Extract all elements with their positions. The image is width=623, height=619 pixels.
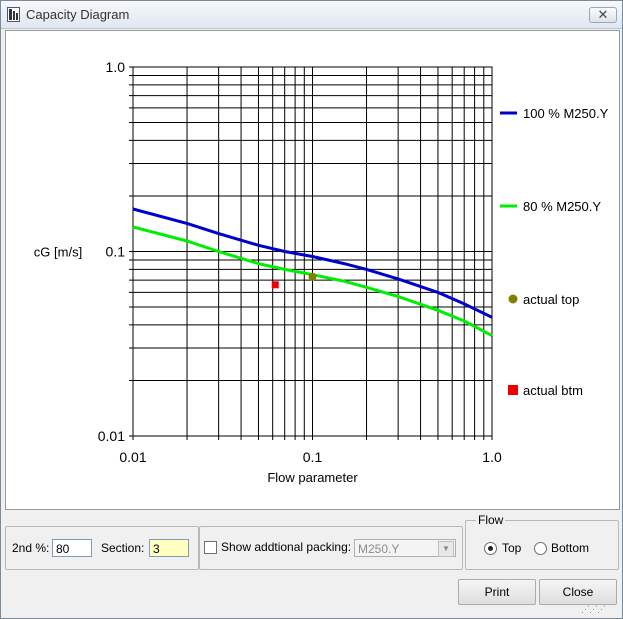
packing-group: Show addtional packing: M250.Y ▼ [199, 526, 463, 570]
app-icon [7, 7, 20, 22]
flow-bottom-radio[interactable] [534, 542, 547, 555]
legend-label: actual top [523, 292, 579, 307]
packing-select-value: M250.Y [358, 542, 400, 556]
second-pct-input[interactable]: 80 [52, 539, 92, 557]
flow-group: Flow Top Bottom [465, 513, 619, 570]
second-pct-label: 2nd %: [12, 541, 50, 555]
y-tick-label: 0.1 [106, 244, 126, 260]
window-title: Capacity Diagram [26, 7, 130, 22]
x-tick-label: 0.1 [303, 449, 323, 465]
capacity-chart: 0.01 0.1 1.0 0.01 0.1 1.0 Flow parameter cG [m/… [34, 59, 609, 485]
percent-section-group: 2nd %: 80 Section: 3 [5, 526, 199, 570]
status-bar: ⋰⋰⋰ [1, 602, 622, 618]
y-tick-label: 1.0 [106, 59, 126, 75]
legend-swatch [508, 294, 518, 304]
x-tick-label: 0.01 [119, 449, 146, 465]
chevron-down-icon: ▼ [438, 541, 454, 557]
data-point-btm [271, 281, 279, 289]
grid-lines [129, 66, 493, 440]
legend-label: actual btm [523, 383, 583, 398]
packing-select[interactable]: M250.Y ▼ [354, 539, 456, 557]
resize-grip-icon[interactable]: ⋰⋰⋰ [581, 604, 606, 615]
window-close-button[interactable]: ✕ [589, 7, 617, 23]
title-bar[interactable]: Capacity Diagram ✕ [1, 1, 622, 29]
flow-top-radio[interactable] [484, 542, 497, 555]
section-input[interactable]: 3 [149, 539, 189, 557]
x-axis-label: Flow parameter [267, 470, 358, 485]
capacity-diagram-window: Capacity Diagram ✕ 0.01 0.1 1.0 0.01 0.1 1.0 F… [0, 0, 623, 619]
show-packing-checkbox[interactable] [204, 541, 217, 554]
flow-group-label: Flow [476, 513, 506, 527]
chart-panel: 0.01 0.1 1.0 0.01 0.1 1.0 Flow parameter cG [m/… [5, 30, 620, 510]
legend-label: 80 % M250.Y [523, 199, 601, 214]
close-icon: ✕ [597, 7, 609, 22]
controls-bar: 2nd %: 80 Section: 3 Show addtional pack… [5, 511, 619, 575]
legend-label: 100 % M250.Y [523, 106, 609, 121]
section-label: Section: [101, 541, 145, 555]
y-tick-label: 0.01 [98, 428, 125, 444]
legend-swatch [508, 385, 518, 395]
flow-bottom-label: Bottom [551, 541, 590, 555]
show-packing-label: Show addtional packing: [221, 540, 352, 554]
y-axis-label: cG [m/s] [34, 245, 82, 260]
flow-top-label: Top [502, 541, 522, 555]
x-tick-label: 1.0 [482, 449, 502, 465]
data-point-top [308, 272, 317, 281]
